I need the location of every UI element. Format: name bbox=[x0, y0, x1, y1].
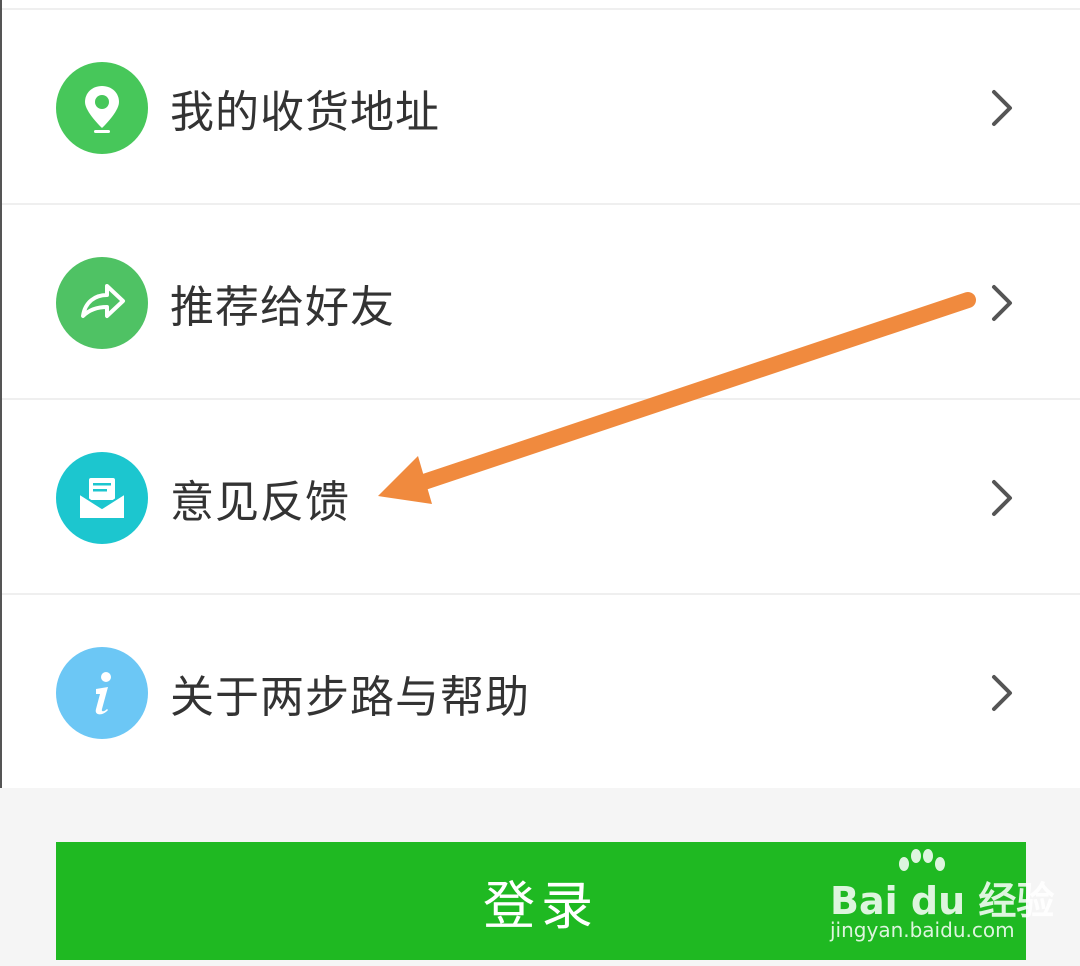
share-arrow-icon bbox=[56, 256, 148, 349]
menu-item-label: 意见反馈 bbox=[170, 476, 350, 528]
menu-item-label: 我的收货地址 bbox=[170, 86, 440, 138]
mail-envelope-icon bbox=[56, 451, 148, 544]
chevron-right-icon bbox=[992, 89, 1012, 126]
login-button[interactable]: 登录 bbox=[56, 842, 1026, 960]
menu-item-feedback[interactable]: 意见反馈 bbox=[2, 400, 1080, 595]
location-pin-icon bbox=[56, 61, 148, 154]
settings-menu: 我的收货地址 推荐给好友 意见反馈 关于两步路与帮助 bbox=[0, 0, 1080, 788]
menu-item-shipping-address[interactable]: 我的收货地址 bbox=[2, 10, 1080, 205]
info-icon bbox=[56, 646, 148, 739]
menu-item-about-help[interactable]: 关于两步路与帮助 bbox=[2, 595, 1080, 790]
chevron-right-icon bbox=[992, 284, 1012, 321]
menu-item-label: 关于两步路与帮助 bbox=[170, 671, 530, 723]
menu-item-recommend-friend[interactable]: 推荐给好友 bbox=[2, 205, 1080, 400]
chevron-right-icon bbox=[992, 479, 1012, 516]
menu-item-label: 推荐给好友 bbox=[170, 281, 395, 333]
chevron-right-icon bbox=[992, 674, 1012, 711]
screen: 我的收货地址 推荐给好友 意见反馈 关于两步路与帮助 登录 Bai du 经验 … bbox=[0, 0, 1080, 966]
